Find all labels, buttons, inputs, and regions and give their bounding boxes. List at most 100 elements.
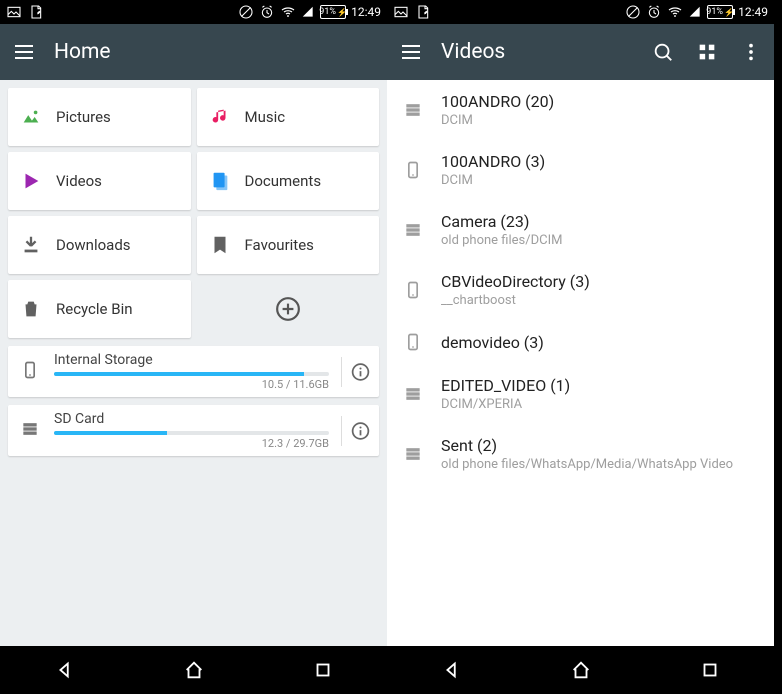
storage-icon (403, 444, 423, 464)
info-button[interactable] (341, 357, 371, 387)
home-button[interactable] (570, 659, 592, 681)
image-icon (20, 106, 42, 128)
menu-icon[interactable] (399, 40, 423, 64)
storage-bar (54, 372, 329, 376)
clock: 12:49 (351, 5, 381, 19)
tile-label: Downloads (56, 236, 131, 254)
video-folder-row[interactable]: Sent (2) old phone files/WhatsApp/Media/… (387, 424, 774, 484)
folder-path: old phone files/WhatsApp/Media/WhatsApp … (441, 457, 733, 472)
info-button[interactable] (341, 416, 371, 446)
battery-indicator: 91%⚡ (320, 5, 346, 19)
folder-title: demovideo (3) (441, 333, 544, 352)
signal-icon (688, 5, 702, 19)
folder-title: Sent (2) (441, 436, 733, 455)
video-folder-row[interactable]: demovideo (3) (387, 320, 774, 364)
tile-favourites[interactable]: Favourites (197, 216, 380, 274)
app-bar-home: Home (0, 24, 387, 80)
folder-title: Camera (23) (441, 212, 563, 231)
clock: 12:49 (738, 5, 768, 19)
folder-title: EDITED_VIDEO (1) (441, 376, 570, 395)
phone-home: 91%⚡ 12:49 Home Pictures Music Videos Docum… (0, 0, 387, 694)
tile-label: Music (245, 108, 286, 126)
download-icon (20, 234, 42, 256)
phone-icon (403, 332, 423, 352)
note-icon (415, 4, 431, 20)
storage-name: Internal Storage (54, 352, 329, 368)
folder-title: 100ANDRO (20) (441, 92, 554, 111)
videos-list: 100ANDRO (20) DCIM 100ANDRO (3) DCIM Cam… (387, 80, 774, 646)
folder-title: 100ANDRO (3) (441, 152, 545, 171)
recent-button[interactable] (699, 659, 721, 681)
wifi-icon (667, 4, 683, 20)
add-tile-button[interactable] (197, 280, 380, 338)
app-bar-videos: Videos (387, 24, 774, 80)
tile-recycle-bin[interactable]: Recycle Bin (8, 280, 191, 338)
tile-pictures[interactable]: Pictures (8, 88, 191, 146)
music-icon (209, 106, 231, 128)
phone-icon (20, 360, 42, 384)
back-button[interactable] (441, 659, 463, 681)
alarm-icon (259, 4, 275, 20)
home-button[interactable] (183, 659, 205, 681)
video-folder-row[interactable]: 100ANDRO (20) DCIM (387, 80, 774, 140)
folder-path: old phone files/DCIM (441, 233, 563, 248)
tile-videos[interactable]: Videos (8, 152, 191, 210)
play-icon (20, 170, 42, 192)
plus-icon (275, 296, 301, 322)
tile-documents[interactable]: Documents (197, 152, 380, 210)
note-icon (28, 4, 44, 20)
storage-internal-storage[interactable]: Internal Storage 10.5 / 11.6GB (8, 346, 379, 397)
storage-icon (403, 100, 423, 120)
tile-label: Documents (245, 172, 322, 190)
info-icon (350, 420, 371, 442)
info-icon (350, 361, 371, 383)
doc-icon (209, 170, 231, 192)
storage-capacity: 12.3 / 29.7GB (54, 437, 329, 450)
tile-downloads[interactable]: Downloads (8, 216, 191, 274)
bookmark-icon (209, 234, 231, 256)
nav-bar (387, 646, 774, 694)
gallery-icon (6, 4, 22, 20)
folder-path: DCIM/XPERIA (441, 397, 570, 412)
status-bar: 91%⚡ 12:49 (387, 0, 774, 24)
tile-label: Recycle Bin (56, 300, 133, 318)
alarm-icon (646, 4, 662, 20)
storage-name: SD Card (54, 411, 329, 427)
folder-title: CBVideoDirectory (3) (441, 272, 590, 291)
tile-label: Favourites (245, 236, 314, 254)
gallery-icon (393, 4, 409, 20)
wifi-icon (280, 4, 296, 20)
no-disturb-icon (238, 4, 254, 20)
no-disturb-icon (625, 4, 641, 20)
back-button[interactable] (54, 659, 76, 681)
phone-videos: 91%⚡ 12:49 Videos 100ANDRO (20) DCIM 100… (387, 0, 774, 694)
tile-label: Pictures (56, 108, 111, 126)
signal-icon (301, 5, 315, 19)
tile-label: Videos (56, 172, 102, 190)
folder-path: DCIM (441, 113, 554, 128)
storage-sd-card[interactable]: SD Card 12.3 / 29.7GB (8, 405, 379, 456)
video-folder-row[interactable]: Camera (23) old phone files/DCIM (387, 200, 774, 260)
tile-music[interactable]: Music (197, 88, 380, 146)
phone-icon (403, 160, 423, 180)
video-folder-row[interactable]: 100ANDRO (3) DCIM (387, 140, 774, 200)
folder-path: __chartboost (441, 293, 590, 308)
page-title: Home (54, 40, 111, 64)
trash-icon (20, 298, 42, 320)
menu-icon[interactable] (12, 40, 36, 64)
status-bar: 91%⚡ 12:49 (0, 0, 387, 24)
storage-icon (403, 384, 423, 404)
phone-icon (403, 280, 423, 300)
view-grid-icon[interactable] (696, 41, 718, 63)
overflow-icon[interactable] (740, 41, 762, 63)
battery-indicator: 91%⚡ (707, 5, 733, 19)
video-folder-row[interactable]: EDITED_VIDEO (1) DCIM/XPERIA (387, 364, 774, 424)
nav-bar (0, 646, 387, 694)
home-body: Pictures Music Videos Documents Downloads Fav… (0, 80, 387, 646)
storage-icon (403, 220, 423, 240)
folder-path: DCIM (441, 173, 545, 188)
video-folder-row[interactable]: CBVideoDirectory (3) __chartboost (387, 260, 774, 320)
storage-capacity: 10.5 / 11.6GB (54, 378, 329, 391)
recent-button[interactable] (312, 659, 334, 681)
search-icon[interactable] (652, 41, 674, 63)
